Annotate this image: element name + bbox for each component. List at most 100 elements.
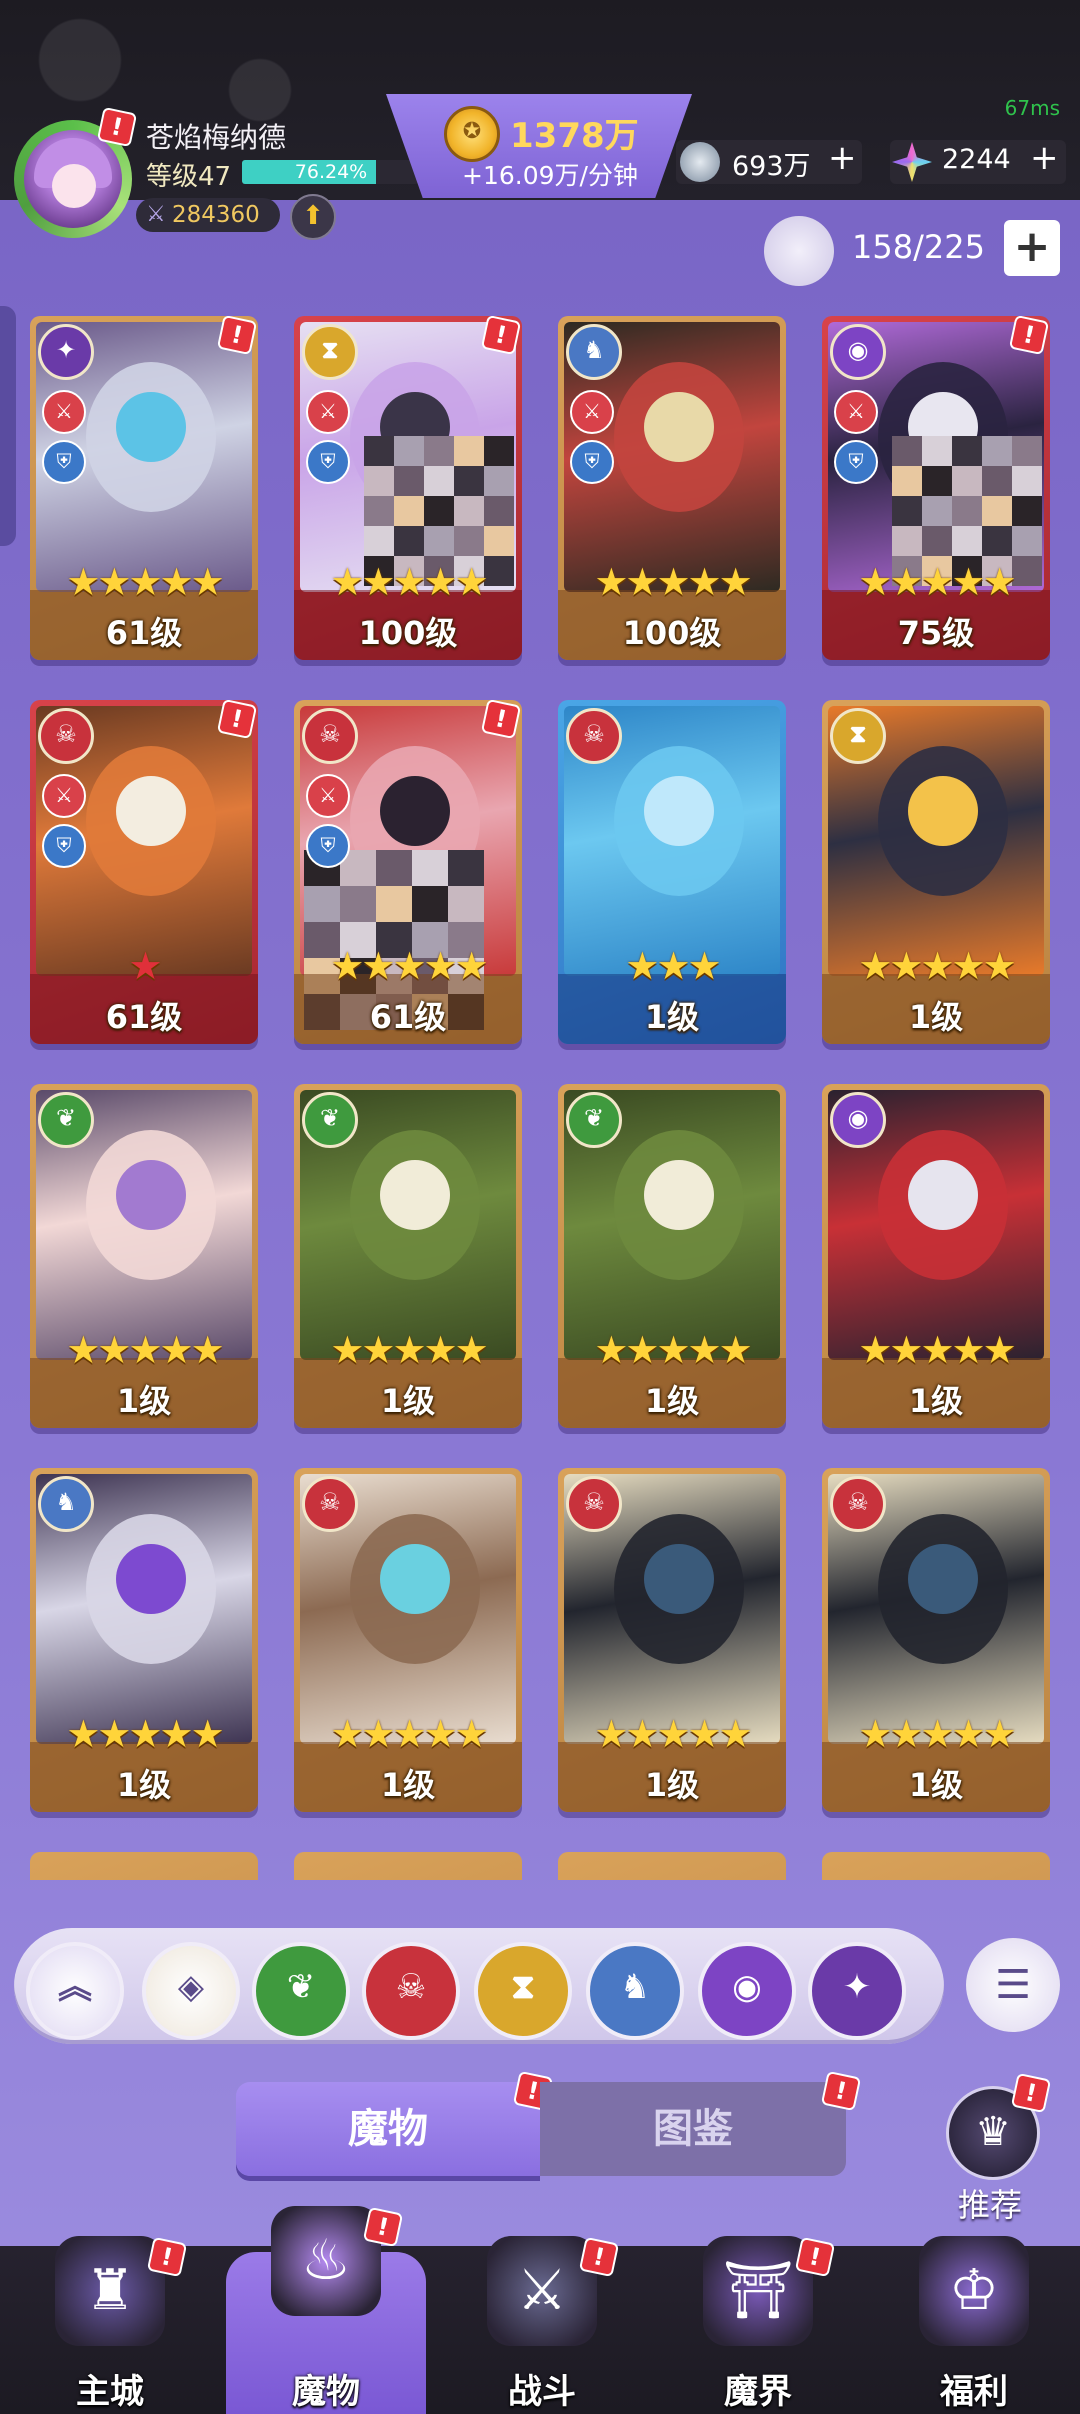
recommend-label[interactable]: 推荐: [940, 2180, 1040, 2226]
nav-label[interactable]: 福利: [894, 2364, 1054, 2413]
time-element-icon: ⧗: [830, 708, 886, 764]
portrait-face: [644, 776, 714, 846]
star-rating: ★★★★★: [858, 560, 1016, 604]
avatar[interactable]: [24, 130, 122, 228]
demon-realm-portal-icon[interactable]: ⛩: [703, 2236, 813, 2346]
monster-card[interactable]: ★★★★★ 1级 ◉: [822, 1084, 1050, 1428]
treasure-chest-icon[interactable]: ♔: [919, 2236, 1029, 2346]
arrow-up-icon: ⬆: [302, 201, 324, 231]
monster-card[interactable]: ★★★★★ 100级 ♞ ⚔ ⛨: [558, 316, 786, 660]
filter-demon-element-button[interactable]: ☠: [362, 1942, 460, 2040]
monster-card[interactable]: ★★★★★ 1级 ☠: [822, 1468, 1050, 1812]
portrait-face: [116, 1160, 186, 1230]
demon-element-icon: ☠: [830, 1476, 886, 1532]
attack-role-icon: ⚔: [570, 390, 614, 434]
card-notification-badge: !: [216, 316, 258, 356]
monster-level: 1级: [380, 1766, 436, 1804]
filter-time-element-button[interactable]: ⧗: [474, 1942, 572, 2040]
silver-amount: 693万: [732, 151, 811, 182]
card-notification-badge: !: [480, 316, 522, 356]
monster-card[interactable]: ★★★★★ 1级 ♞: [30, 1468, 258, 1812]
portrait-face: [116, 1544, 186, 1614]
attack-role-icon: ⚔: [42, 390, 86, 434]
monster-card-partial[interactable]: [30, 1852, 258, 1880]
nav-label[interactable]: 战斗: [462, 2364, 622, 2413]
portrait-face: [380, 1544, 450, 1614]
nav-label[interactable]: 魔界: [678, 2364, 838, 2413]
eye-element-icon: ◉: [830, 1092, 886, 1148]
filter-collapse-up-button[interactable]: ︽: [26, 1942, 124, 2040]
silver-coin-icon: [680, 142, 720, 182]
monster-card[interactable]: ★★★ 1级 ☠: [558, 700, 786, 1044]
monster-card[interactable]: ★★★★★ 61级 ✦ ⚔ ⛨!: [30, 316, 258, 660]
silver-add-button[interactable]: +: [828, 138, 857, 178]
filter-all-elements-button[interactable]: ◈: [142, 1942, 240, 2040]
monster-level: 1级: [644, 998, 700, 1036]
eye-element-icon: ◉: [830, 324, 886, 380]
card-notification-badge: !: [480, 700, 522, 740]
tab-codex-label[interactable]: 图鉴: [540, 2082, 846, 2176]
player-level: 等级47: [146, 162, 232, 192]
monster-level: 61级: [369, 998, 447, 1036]
filter-nature-element-button[interactable]: ❦: [252, 1942, 350, 2040]
avatar-notification-badge: !: [96, 106, 138, 148]
sort-order-icon: ☰: [995, 1962, 1031, 2008]
monster-level: 1级: [908, 1766, 964, 1804]
time-element-icon: ⧗: [302, 324, 358, 380]
star-rating: ★★★★★: [594, 1712, 752, 1756]
monster-card-partial[interactable]: [822, 1852, 1050, 1880]
star-rating: ★★★★★: [594, 560, 752, 604]
monster-flame-icon[interactable]: ♨: [271, 2206, 381, 2316]
tab-monster-label[interactable]: 魔物: [236, 2082, 540, 2176]
demon-element-icon: ☠: [38, 708, 94, 764]
filter-mystic-element-button[interactable]: ✦: [808, 1942, 906, 2040]
side-drawer-handle[interactable]: [0, 306, 16, 546]
portrait-face: [380, 1160, 450, 1230]
defense-role-icon: ⛨: [42, 824, 86, 868]
monster-level: 61级: [105, 614, 183, 652]
attack-role-icon: ⚔: [306, 774, 350, 818]
sort-button[interactable]: ☰: [966, 1938, 1060, 2032]
gold-income-rate: +16.09万/分钟: [462, 161, 638, 190]
monster-card[interactable]: ★★★★★ 61级 ☠ ⚔ ⛨!: [294, 700, 522, 1044]
monster-level: 1级: [380, 1382, 436, 1420]
mystic-element-icon: ✦: [842, 1967, 872, 2007]
nature-element-icon: ❦: [286, 1967, 316, 2007]
beast-element-icon: ♞: [38, 1476, 94, 1532]
monster-card[interactable]: ★★★★★ 1级 ❦: [294, 1084, 522, 1428]
monster-card[interactable]: ★★★★★ 1级 ☠: [294, 1468, 522, 1812]
defense-role-icon: ⛨: [42, 440, 86, 484]
monster-grid[interactable]: ★★★★★ 61级 ✦ ⚔ ⛨! ★★★★★ 100级 ⧗ ⚔ ⛨! ★★★★★ 100级 ♞ ⚔ ⛨ ★★★…: [0, 0, 1080, 1880]
monster-capacity-icon: [764, 216, 834, 286]
demon-element-icon: ☠: [302, 1476, 358, 1532]
monster-card[interactable]: ★★★★★ 1级 ☠: [558, 1468, 786, 1812]
star-rating: ★★★★★: [330, 944, 488, 988]
monster-card[interactable]: ★★★★★ 1级 ⧗: [822, 700, 1050, 1044]
demon-element-icon: ☠: [395, 1967, 427, 2007]
filter-beast-element-button[interactable]: ♞: [586, 1942, 684, 2040]
monster-card-partial[interactable]: [558, 1852, 786, 1880]
monster-level: 1级: [908, 1382, 964, 1420]
capacity-add-button[interactable]: +: [1004, 220, 1060, 276]
demon-element-icon: ☠: [566, 708, 622, 764]
castle-icon[interactable]: ♜: [55, 2236, 165, 2346]
star-rating: ★★★★★: [330, 560, 488, 604]
nav-notification-badge: !: [362, 2206, 404, 2248]
nav-label[interactable]: 魔物: [246, 2364, 406, 2413]
monster-card[interactable]: ★★★★★ 1级 ❦: [558, 1084, 786, 1428]
tab-codex-badge: !: [820, 2070, 862, 2112]
filter-eye-element-button[interactable]: ◉: [698, 1942, 796, 2040]
recommend-badge: !: [1010, 2072, 1052, 2114]
gem-add-button[interactable]: +: [1030, 138, 1059, 178]
portrait-face: [116, 392, 186, 462]
monster-card[interactable]: ★★★★★ 1级 ❦: [30, 1084, 258, 1428]
monster-card-partial[interactable]: [294, 1852, 522, 1880]
star-rating: ★★★★★: [330, 1328, 488, 1372]
battle-sword-icon[interactable]: ⚔: [487, 2236, 597, 2346]
demon-element-icon: ☠: [302, 708, 358, 764]
monster-card[interactable]: ★ 61级 ☠ ⚔ ⛨!: [30, 700, 258, 1044]
monster-card[interactable]: ★★★★★ 100级 ⧗ ⚔ ⛨!: [294, 316, 522, 660]
monster-card[interactable]: ★★★★★ 75级 ◉ ⚔ ⛨!: [822, 316, 1050, 660]
nav-label[interactable]: 主城: [30, 2364, 190, 2413]
power-upgrade-button[interactable]: ⬆: [290, 194, 336, 240]
